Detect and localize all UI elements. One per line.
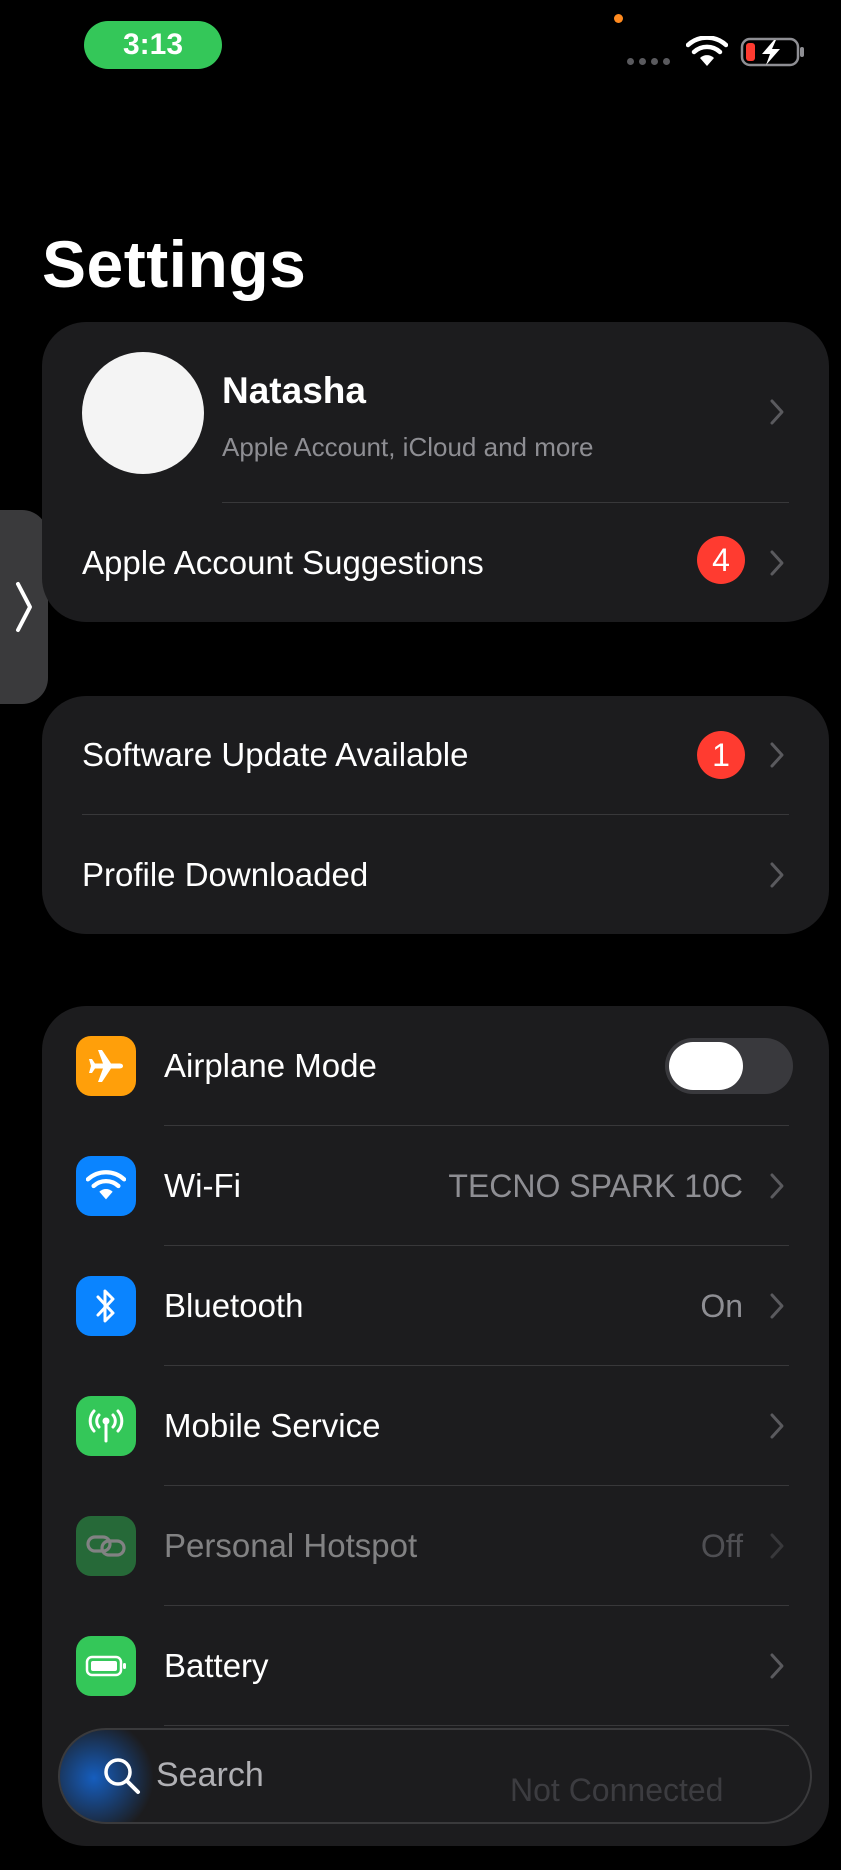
profile-downloaded-row[interactable]: Profile Downloaded xyxy=(42,815,829,934)
mobile-service-label: Mobile Service xyxy=(164,1407,381,1444)
software-update-label: Software Update Available xyxy=(82,736,469,773)
wifi-status-icon xyxy=(686,36,728,66)
mobile-service-row[interactable]: Mobile Service xyxy=(42,1366,829,1486)
bluetooth-label: Bluetooth xyxy=(164,1287,304,1324)
wifi-label: Wi-Fi xyxy=(164,1167,241,1204)
chevron-right-icon xyxy=(770,862,784,888)
chevron-right-icon xyxy=(770,1413,784,1439)
toggle-knob xyxy=(669,1042,743,1090)
wifi-value: TECNO SPARK 10C xyxy=(448,1167,743,1204)
chevron-right-icon xyxy=(770,1293,784,1319)
link-icon xyxy=(76,1516,136,1576)
obscured-row-value: Not Connected xyxy=(510,1772,724,1808)
cellular-signal-icon xyxy=(627,58,670,65)
search-placeholder: Search xyxy=(156,1756,264,1794)
personal-hotspot-value: Off xyxy=(700,1527,743,1564)
page-title: Settings xyxy=(42,227,307,301)
airplane-mode-row: Airplane Mode xyxy=(42,1006,829,1126)
airplane-mode-label: Airplane Mode xyxy=(164,1047,377,1084)
antenna-icon xyxy=(76,1396,136,1456)
wifi-icon xyxy=(76,1156,136,1216)
battery-icon xyxy=(76,1636,136,1696)
airplane-icon xyxy=(76,1036,136,1096)
avatar xyxy=(82,352,204,474)
chevron-right-icon xyxy=(770,399,784,425)
wifi-row[interactable]: Wi-Fi TECNO SPARK 10C xyxy=(42,1126,829,1246)
chevron-right-icon xyxy=(770,1173,784,1199)
profile-group: Natasha Apple Account, iCloud and more A… xyxy=(42,322,829,622)
battery-row[interactable]: Battery xyxy=(42,1606,829,1726)
profile-downloaded-label: Profile Downloaded xyxy=(82,855,369,893)
battery-label: Battery xyxy=(164,1647,269,1684)
bluetooth-value: On xyxy=(700,1287,743,1324)
personal-hotspot-label: Personal Hotspot xyxy=(164,1527,418,1564)
chevron-right-icon xyxy=(770,1533,784,1559)
side-panel-handle[interactable] xyxy=(0,510,48,704)
software-update-row[interactable]: Software Update Available 1 xyxy=(42,696,829,814)
personal-hotspot-row[interactable]: Personal Hotspot Off xyxy=(42,1486,829,1606)
bluetooth-icon xyxy=(76,1276,136,1336)
airplane-mode-toggle[interactable] xyxy=(665,1038,793,1094)
bluetooth-row[interactable]: Bluetooth On xyxy=(42,1246,829,1366)
profile-name: Natasha xyxy=(222,370,366,411)
status-time: 3:13 xyxy=(84,21,222,69)
notices-group: Software Update Available 1 Profile Down… xyxy=(42,696,829,934)
divider xyxy=(164,1725,789,1726)
chevron-right-icon xyxy=(770,742,784,768)
suggestions-badge: 4 xyxy=(697,536,745,584)
privacy-indicator xyxy=(614,14,623,23)
apple-account-suggestions-label: Apple Account Suggestions xyxy=(82,543,484,581)
search-bar[interactable]: Not Connected Search xyxy=(58,1728,812,1824)
search-icon xyxy=(104,1758,140,1794)
apple-account-suggestions-row[interactable]: Apple Account Suggestions 4 xyxy=(42,503,829,622)
battery-charging-icon xyxy=(740,37,804,67)
connectivity-group: Airplane Mode Wi-Fi TECNO SPARK 10C Blue… xyxy=(42,1006,829,1846)
chevron-right-icon xyxy=(16,582,32,632)
profile-subtitle: Apple Account, iCloud and more xyxy=(222,432,594,462)
chevron-right-icon xyxy=(770,550,784,576)
profile-row[interactable]: Natasha Apple Account, iCloud and more xyxy=(42,322,829,502)
software-update-badge: 1 xyxy=(697,731,745,779)
chevron-right-icon xyxy=(770,1653,784,1679)
